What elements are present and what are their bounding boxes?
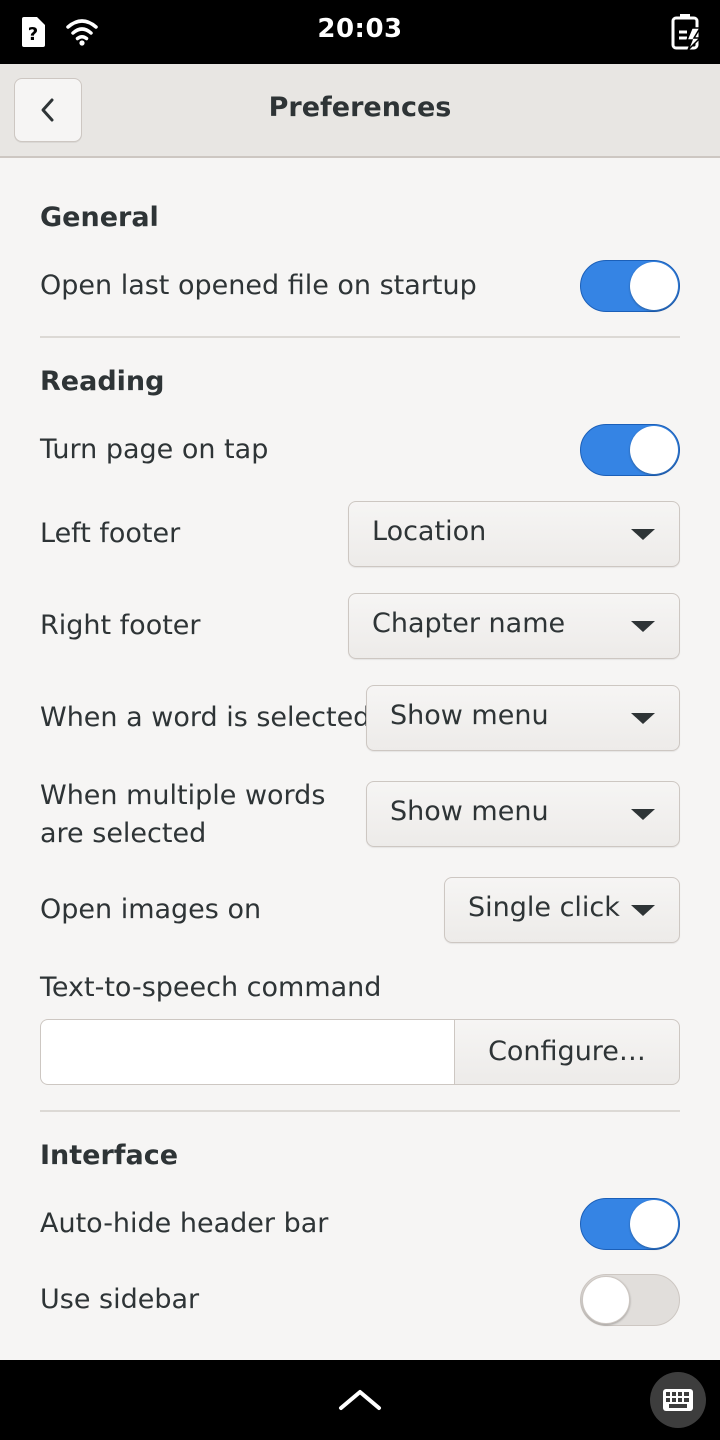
section-separator [40, 1110, 680, 1112]
multiple-words-label-line1: When multiple words [40, 780, 326, 811]
word-selected-dropdown[interactable]: Show menu [366, 685, 680, 751]
dropdown-arrow-icon [631, 713, 655, 724]
tts-command-input[interactable] [40, 1019, 456, 1085]
use-sidebar-label: Use sidebar [40, 1284, 200, 1315]
right-footer-dropdown[interactable]: Chapter name [348, 593, 680, 659]
keyboard-button[interactable] [650, 1372, 706, 1428]
switch-knob [582, 1276, 630, 1324]
tts-command-label: Text-to-speech command [40, 972, 382, 1003]
dropdown-value: Location [372, 516, 487, 547]
switch-knob [630, 262, 678, 310]
section-title-reading: Reading [40, 366, 165, 397]
page-title: Preferences [268, 92, 452, 123]
dropdown-arrow-icon [631, 809, 655, 820]
status-bar: ? 20:03 [0, 0, 720, 64]
dropdown-arrow-icon [631, 621, 655, 632]
configure-button[interactable]: Configure… [454, 1019, 680, 1085]
open-images-on-label: Open images on [40, 894, 262, 925]
open-images-on-dropdown[interactable]: Single click [444, 877, 680, 943]
battery-charging-icon [671, 14, 702, 50]
auto-hide-header-label: Auto-hide header bar [40, 1208, 329, 1239]
use-sidebar-switch[interactable] [580, 1274, 680, 1326]
dropdown-value: Show menu [390, 700, 549, 731]
header-bar: Preferences [0, 64, 720, 158]
multiple-words-label-line2: are selected [40, 818, 207, 849]
dropdown-value: Single click [468, 892, 620, 923]
switch-knob [630, 426, 678, 474]
right-footer-label: Right footer [40, 610, 201, 641]
turn-page-on-tap-switch[interactable] [580, 424, 680, 476]
dropdown-arrow-icon [631, 905, 655, 916]
dropdown-value: Show menu [390, 796, 549, 827]
section-separator [40, 336, 680, 338]
multiple-words-dropdown[interactable]: Show menu [366, 781, 680, 847]
left-footer-label: Left footer [40, 518, 181, 549]
word-selected-label: When a word is selected [40, 702, 371, 733]
bottom-bar [0, 1360, 720, 1440]
dropdown-arrow-icon [631, 529, 655, 540]
open-last-file-label: Open last opened file on startup [40, 270, 477, 301]
auto-hide-header-switch[interactable] [580, 1198, 680, 1250]
keyboard-icon [663, 1389, 693, 1411]
chevron-up-icon[interactable] [338, 1386, 382, 1412]
switch-knob [630, 1200, 678, 1248]
dropdown-value: Chapter name [372, 608, 566, 639]
status-time: 20:03 [317, 14, 403, 44]
section-title-general: General [40, 202, 159, 233]
section-title-interface: Interface [40, 1140, 179, 1171]
open-last-file-switch[interactable] [580, 260, 680, 312]
turn-page-on-tap-label: Turn page on tap [40, 434, 269, 465]
left-footer-dropdown[interactable]: Location [348, 501, 680, 567]
